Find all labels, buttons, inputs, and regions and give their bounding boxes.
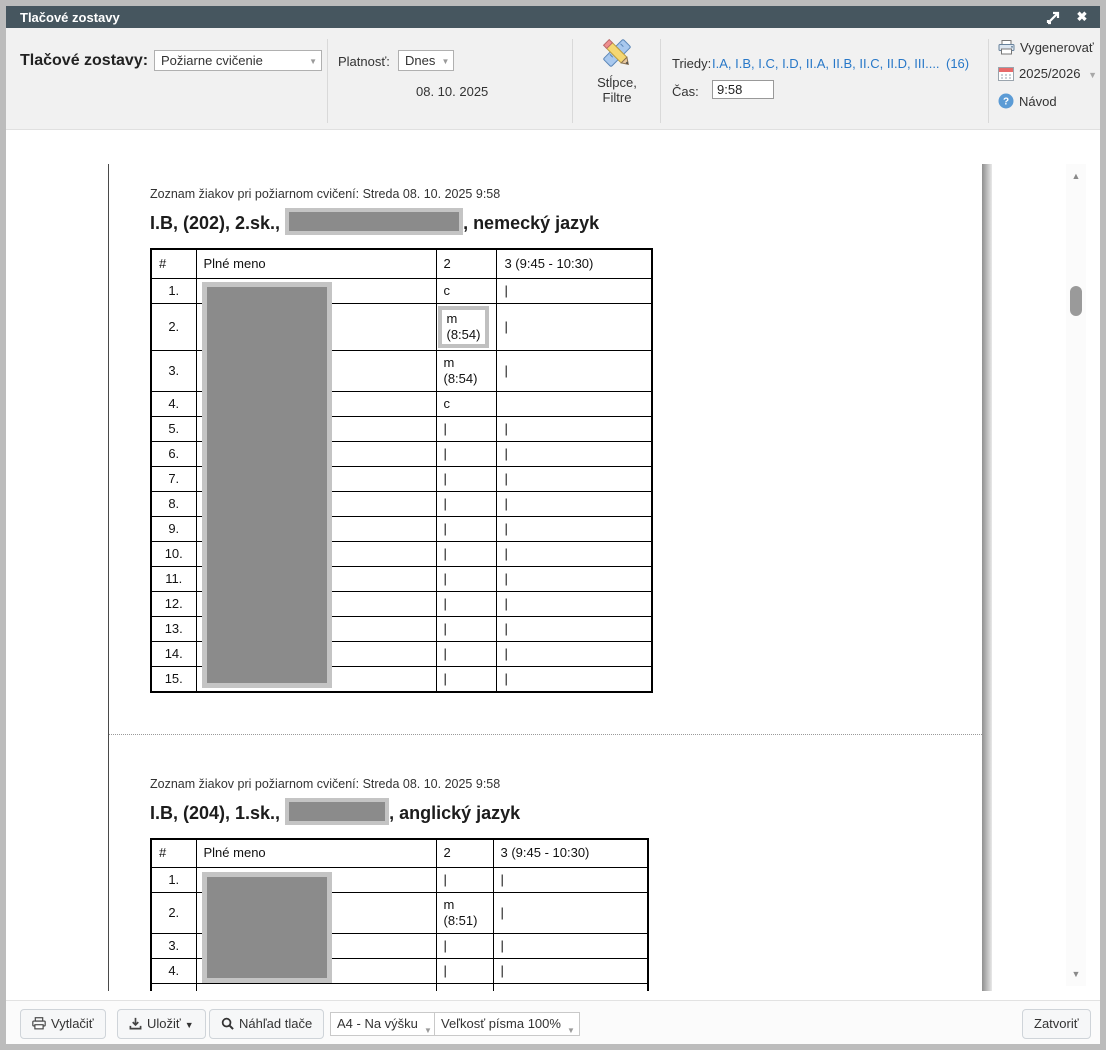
paper-format-select[interactable]: A4 - Na výšku ▼: [330, 1012, 437, 1036]
validity-select[interactable]: Dnes ▼: [398, 50, 454, 71]
toolbar-separator: [572, 39, 573, 123]
table-column-header: 2: [436, 249, 497, 278]
reports-label: Tlačové zostavy:: [20, 52, 148, 70]
preview-scrollbar[interactable]: ▲ ▼: [1066, 164, 1086, 986]
table-column-header: #: [151, 839, 196, 868]
chevron-down-icon: ▼: [309, 57, 317, 66]
close-icon[interactable]: ✖: [1074, 9, 1090, 25]
redacted-name: [285, 208, 463, 235]
footer-bar: Vytlačiť Uložiť▼ Náhľad tlače A4 - Na vý…: [6, 1000, 1100, 1044]
print-button[interactable]: Vytlačiť: [20, 1009, 106, 1039]
help-button[interactable]: ? Návod: [998, 93, 1057, 112]
validity-date: 08. 10. 2025: [416, 84, 488, 99]
font-size-select[interactable]: Veľkosť písma 100% ▼: [434, 1012, 580, 1036]
report-subtitle: Zoznam žiakov pri požiarnom cvičení: Str…: [150, 777, 982, 791]
expand-icon[interactable]: [1046, 9, 1062, 25]
scroll-down-icon[interactable]: ▼: [1066, 966, 1086, 982]
report-subtitle: Zoznam žiakov pri požiarnom cvičení: Str…: [150, 187, 982, 201]
dialog-titlebar: Tlačové zostavy ✖: [6, 6, 1100, 28]
download-icon: [129, 1017, 142, 1030]
svg-text:?: ?: [1003, 97, 1009, 108]
search-icon: [221, 1017, 234, 1030]
chevron-down-icon: ▼: [185, 1020, 194, 1030]
calendar-icon: [998, 66, 1014, 84]
page-break: [109, 734, 982, 735]
report-section: Zoznam žiakov pri požiarnom cvičení: Str…: [109, 187, 982, 693]
ruler-pencil-icon: [600, 58, 634, 73]
chevron-down-icon: ▼: [441, 57, 449, 66]
table-column-header: 2: [436, 839, 493, 868]
generate-label: Vygenerovať: [1020, 40, 1094, 55]
report-heading: I.B, (202), 2.sk., , nemecký jazyk: [150, 208, 982, 235]
table-column-header: Plné meno: [196, 839, 436, 868]
classes-count-link[interactable]: (16): [946, 56, 969, 71]
scrollbar-thumb[interactable]: [1070, 286, 1082, 316]
print-reports-dialog: Tlačové zostavy ✖ Tlačové zostavy: Požia…: [6, 6, 1100, 1044]
classes-label: Triedy:: [672, 56, 711, 71]
chevron-down-icon: ▼: [567, 1020, 575, 1042]
scroll-up-icon[interactable]: ▲: [1066, 168, 1086, 184]
toolbar-separator: [660, 39, 661, 123]
report-section: Zoznam žiakov pri požiarnom cvičení: Str…: [109, 777, 982, 992]
dialog-title: Tlačové zostavy: [20, 10, 120, 25]
save-button[interactable]: Uložiť▼: [117, 1009, 206, 1039]
time-label: Čas:: [672, 84, 699, 99]
chevron-down-icon: ▼: [424, 1020, 432, 1042]
chevron-down-icon: ▼: [1088, 70, 1097, 80]
report-select[interactable]: Požiarne cvičenie ▼: [154, 50, 322, 71]
report-preview: Zoznam žiakov pri požiarnom cvičení: Str…: [6, 131, 1100, 1000]
print-preview-button[interactable]: Náhľad tlače: [209, 1009, 324, 1039]
toolbar-separator: [988, 39, 989, 123]
generate-button[interactable]: Vygenerovať: [998, 40, 1094, 58]
report-heading: I.B, (204), 1.sk., , anglický jazyk: [150, 798, 982, 825]
time-input[interactable]: [712, 80, 774, 99]
current-lesson-mark: m(8:54): [438, 306, 490, 348]
table-row: 5.: [151, 984, 648, 992]
school-year-label: 2025/2026: [1019, 66, 1080, 81]
columns-filters-label: Filtre: [586, 90, 648, 105]
redacted-names-block: [202, 872, 332, 983]
validity-label: Platnosť:: [338, 54, 390, 69]
printer-icon: [32, 1017, 46, 1030]
redacted-name: [285, 798, 389, 825]
help-label: Návod: [1019, 94, 1057, 109]
redacted-names-block: [202, 282, 332, 688]
table-column-header: #: [151, 249, 196, 278]
classes-link[interactable]: I.A, I.B, I.C, I.D, II.A, II.B, II.C, II…: [712, 56, 940, 71]
table-column-header: 3 (9:45 - 10:30): [493, 839, 648, 868]
toolbar-separator: [327, 39, 328, 123]
table-column-header: Plné meno: [196, 249, 436, 278]
close-button[interactable]: Zatvoriť: [1022, 1009, 1091, 1039]
document-viewport: Zoznam žiakov pri požiarnom cvičení: Str…: [109, 131, 982, 991]
toolbar: Tlačové zostavy: Požiarne cvičenie ▼ Pla…: [6, 28, 1100, 130]
table-column-header: 3 (9:45 - 10:30): [497, 249, 652, 278]
question-icon: ?: [998, 93, 1014, 112]
printer-icon: [998, 40, 1015, 58]
school-year-select[interactable]: 2025/2026 ▼: [998, 66, 1097, 84]
page-right-edge: [982, 164, 992, 991]
columns-filters-button[interactable]: Stĺpce, Filtre: [586, 36, 648, 124]
columns-filters-label: Stĺpce,: [586, 75, 648, 90]
